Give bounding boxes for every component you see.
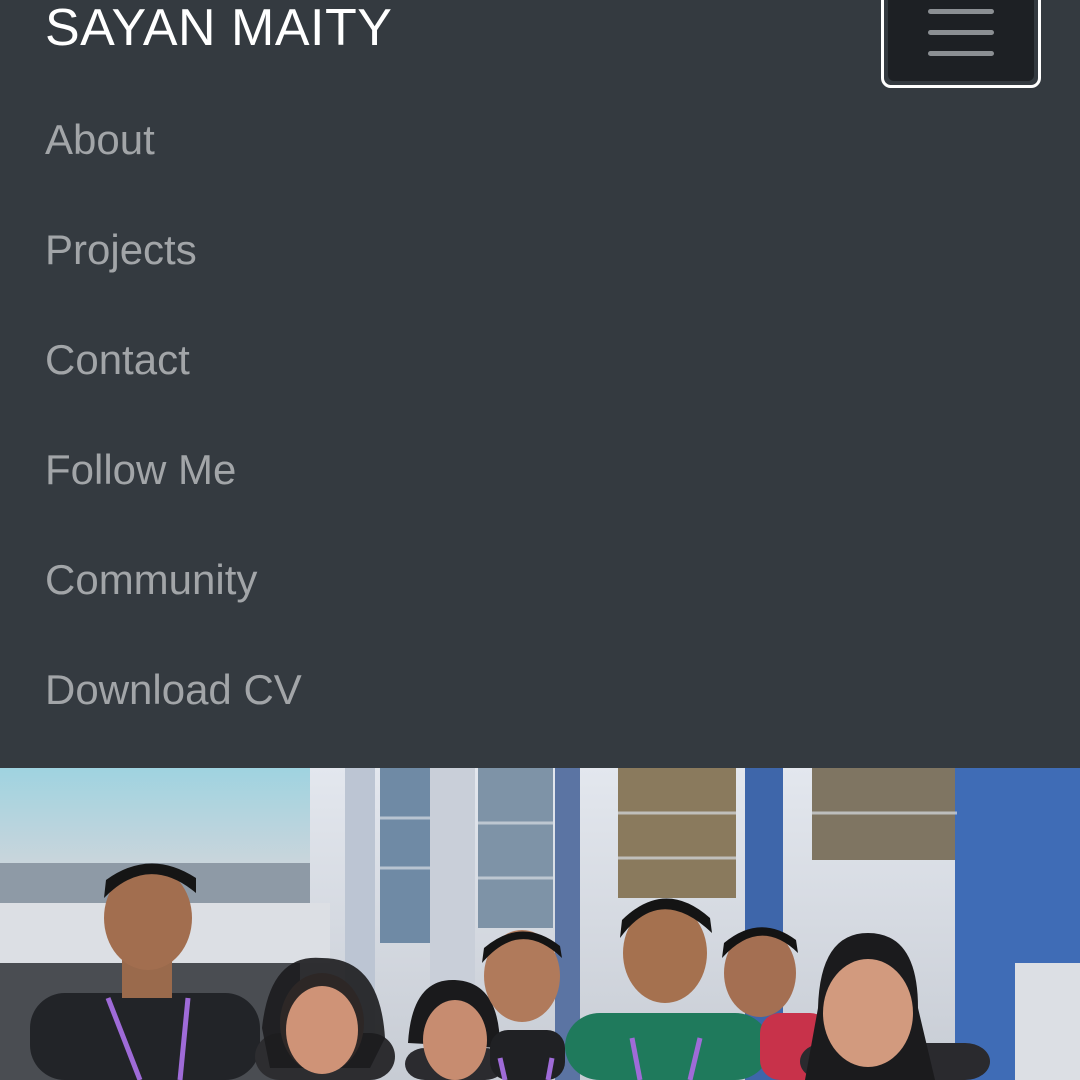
group-photo-image: [0, 768, 1080, 1080]
nav-link-community[interactable]: Community: [45, 556, 257, 604]
menu-toggle-button[interactable]: [881, 0, 1041, 88]
nav-item-follow-me: Follow Me: [0, 415, 1080, 525]
nav-item-projects: Projects: [0, 195, 1080, 305]
hero-group-photo: [0, 768, 1080, 1080]
nav-item-contact: Contact: [0, 305, 1080, 415]
hamburger-menu-icon: [888, 0, 1034, 81]
nav-menu: About Projects Contact Follow Me Communi…: [0, 85, 1080, 745]
navbar: SAYAN MAITY About Projects Contact Follo…: [0, 0, 1080, 768]
hamburger-bar: [928, 51, 994, 56]
nav-item-community: Community: [0, 525, 1080, 635]
nav-link-follow-me[interactable]: Follow Me: [45, 446, 236, 494]
nav-link-projects[interactable]: Projects: [45, 226, 197, 274]
nav-link-about[interactable]: About: [45, 116, 155, 164]
hamburger-bar: [928, 9, 994, 14]
brand-name[interactable]: SAYAN MAITY: [45, 0, 392, 60]
nav-item-about: About: [0, 85, 1080, 195]
nav-link-download-cv[interactable]: Download CV: [45, 666, 302, 714]
nav-link-contact[interactable]: Contact: [45, 336, 190, 384]
nav-item-download-cv: Download CV: [0, 635, 1080, 745]
hamburger-bar: [928, 30, 994, 35]
